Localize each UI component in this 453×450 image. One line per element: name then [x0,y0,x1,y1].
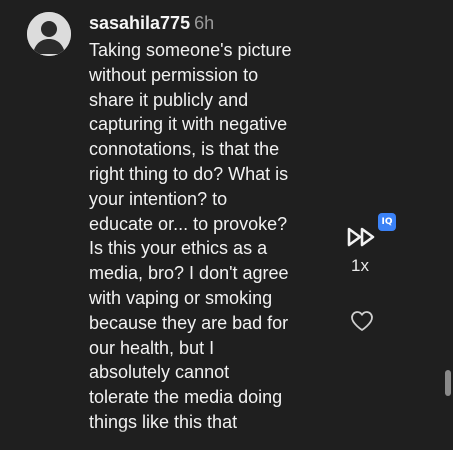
comment-line: with vaping or smoking [89,287,273,308]
comment-line: our health, but I [89,337,215,358]
comment-line: because they are bad for [89,312,289,333]
comment: sasahila775 6h Taking someone's picture w… [89,12,339,435]
comment-line: media, bro? I don't agree [89,263,289,284]
comment-line: tolerate the media doing [89,387,283,408]
comment-line: educate or... to provoke? [89,213,288,234]
playback-speed-label: 1x [351,256,369,275]
comment-line: your intention? to [89,188,228,209]
username[interactable]: sasahila775 [89,13,190,33]
heart-outline-icon [351,311,373,331]
comment-time: 6h [194,13,215,33]
comment-line: without permission to [89,64,259,85]
comment-line: share it publicly and [89,89,249,110]
comment-line: absolutely cannot [89,362,230,383]
comment-line: Is this your ethics as a [89,238,268,259]
comment-header: sasahila775 6h [89,12,339,34]
scrollbar-thumb[interactable] [445,370,451,396]
like-button[interactable] [350,310,374,332]
avatar[interactable] [27,12,71,56]
iq-badge[interactable]: IQ [378,213,396,231]
bottom-fade [0,428,453,450]
default-avatar-icon [27,12,71,56]
comment-line: connotations, is that the [89,139,280,160]
fast-forward-icon [347,227,375,247]
comment-line: right thing to do? What is [89,163,289,184]
playback-speed-button[interactable] [346,225,378,249]
comment-text: Taking someone's picture without permiss… [89,38,339,435]
comment-line: capturing it with negative [89,114,288,135]
comment-line: Taking someone's picture [89,40,292,60]
